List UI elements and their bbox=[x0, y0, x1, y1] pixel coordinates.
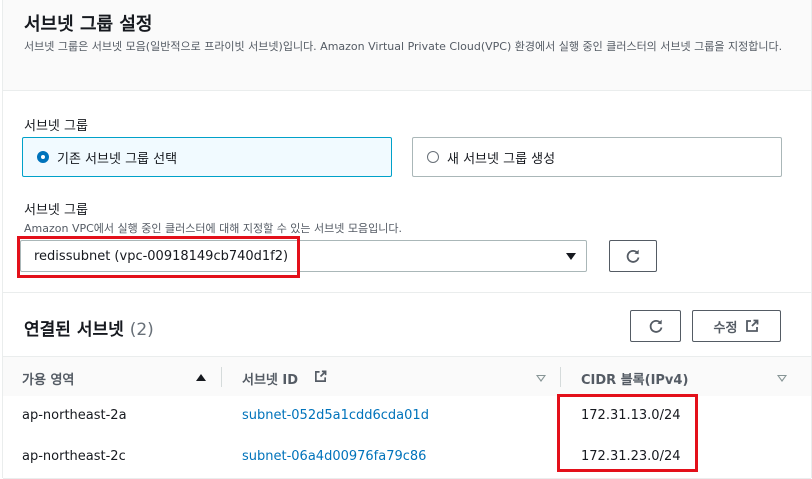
sort-ascending-icon[interactable] bbox=[196, 374, 206, 381]
radio-unchecked-icon[interactable] bbox=[427, 151, 439, 163]
external-link-icon bbox=[746, 319, 759, 332]
radio-existing-subnet-group[interactable]: 기존 서브넷 그룹 선택 bbox=[22, 137, 392, 177]
refresh-subnets-button[interactable] bbox=[630, 310, 681, 342]
radio-checked-icon[interactable] bbox=[37, 151, 49, 163]
sort-icon[interactable] bbox=[536, 375, 546, 382]
section-header: 서브넷 그룹 설정 서브넷 그룹은 서브넷 모음(일반적으로 프라이빗 서브넷)… bbox=[3, 0, 811, 91]
column-header-az[interactable]: 가용 영역 bbox=[22, 369, 74, 388]
cell-subnet-id-link[interactable]: subnet-052d5a1cdd6cda01d bbox=[242, 408, 429, 423]
column-divider[interactable] bbox=[221, 367, 222, 387]
edit-button-label: 수정 bbox=[713, 320, 738, 336]
sort-icon[interactable] bbox=[777, 375, 787, 382]
refresh-subnet-groups-button[interactable] bbox=[609, 240, 657, 272]
section-description: 서브넷 그룹은 서브넷 모음(일반적으로 프라이빗 서브넷)입니다. Amazo… bbox=[24, 40, 783, 53]
associated-subnets-count: (2) bbox=[129, 320, 154, 340]
refresh-icon bbox=[649, 319, 662, 333]
edit-button[interactable]: 수정 bbox=[692, 310, 781, 342]
column-header-cidr[interactable]: CIDR 블록(IPv4) bbox=[581, 369, 688, 388]
associated-subnets-header: 연결된 서브넷 (2) 수정 bbox=[3, 292, 811, 357]
cell-az: ap-northeast-2c bbox=[22, 449, 126, 464]
radio-new-subnet-group[interactable]: 새 서브넷 그룹 생성 bbox=[412, 137, 782, 177]
column-header-subnet-id[interactable]: 서브넷 ID bbox=[242, 369, 298, 388]
highlight-box-subnet-group bbox=[17, 236, 300, 278]
refresh-icon bbox=[626, 249, 640, 263]
subnet-group-select-description: Amazon VPC에서 실행 중인 클러스터에 대해 지정할 수 있는 서브넷… bbox=[24, 222, 402, 235]
subnet-group-select-label: 서브넷 그룹 bbox=[24, 203, 88, 218]
cell-subnet-id-link[interactable]: subnet-06a4d00976fa79c86 bbox=[242, 449, 426, 464]
subnet-group-choice-label: 서브넷 그룹 bbox=[24, 119, 88, 134]
external-link-icon bbox=[315, 370, 327, 382]
associated-subnets-title-text: 연결된 서브넷 bbox=[24, 320, 124, 340]
highlight-box-cidr bbox=[557, 394, 698, 472]
section-title: 서브넷 그룹 설정 bbox=[24, 14, 153, 35]
column-divider[interactable] bbox=[560, 367, 561, 387]
subnets-table-header: 가용 영역 서브넷 ID CIDR 블록(IPv4) bbox=[3, 356, 811, 398]
radio-existing-label: 기존 서브넷 그룹 선택 bbox=[57, 151, 178, 167]
cell-az: ap-northeast-2a bbox=[22, 408, 127, 423]
caret-down-icon[interactable] bbox=[566, 253, 576, 260]
subnet-group-settings-panel: 서브넷 그룹 설정 서브넷 그룹은 서브넷 모음(일반적으로 프라이빗 서브넷)… bbox=[2, 0, 812, 479]
radio-new-label: 새 서브넷 그룹 생성 bbox=[447, 151, 556, 167]
associated-subnets-title: 연결된 서브넷 (2) bbox=[24, 315, 154, 340]
